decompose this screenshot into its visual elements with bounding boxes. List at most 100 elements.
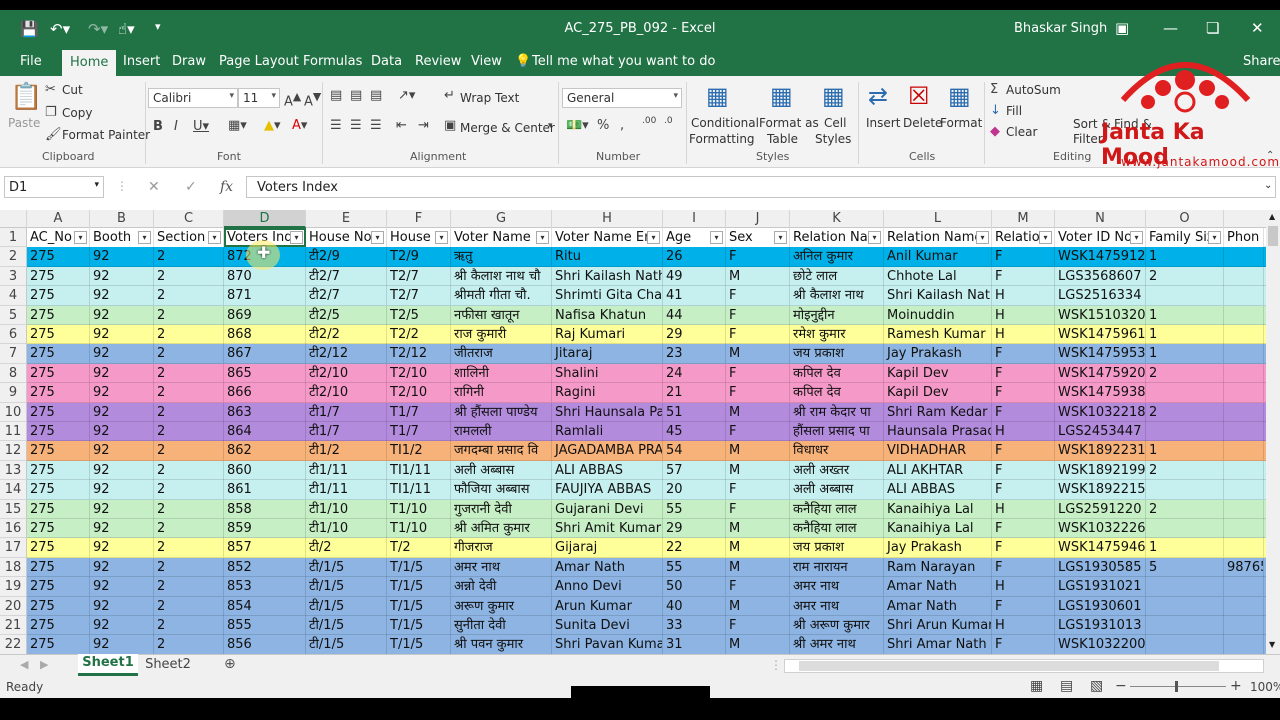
table-cell[interactable]: Arun Kumar: [552, 596, 663, 616]
table-cell[interactable]: कनैहिया लाल: [790, 499, 884, 519]
table-cell[interactable]: छोटे लाल: [790, 266, 884, 286]
table-cell[interactable]: Amar Nath: [884, 577, 992, 597]
header-cell[interactable]: Age ▾: [663, 228, 726, 247]
table-cell[interactable]: F: [992, 557, 1055, 577]
table-cell[interactable]: F: [992, 538, 1055, 558]
row-header[interactable]: 5: [0, 305, 27, 325]
table-cell[interactable]: 275: [27, 460, 90, 480]
header-cell[interactable]: Family Siz ▾: [1146, 228, 1224, 247]
column-header[interactable]: N: [1055, 210, 1146, 228]
align-middle-icon[interactable]: ▤: [350, 88, 362, 103]
table-cell[interactable]: 2: [1146, 499, 1224, 519]
table-cell[interactable]: श्री अमित कुमार: [451, 519, 552, 538]
table-cell[interactable]: 92: [90, 344, 154, 364]
cell-styles-label-2[interactable]: Styles: [815, 132, 851, 146]
row-header[interactable]: 20: [0, 596, 27, 616]
table-cell[interactable]: WSK1032226: [1055, 519, 1146, 538]
table-cell[interactable]: 275: [27, 247, 90, 267]
row-header[interactable]: 15: [0, 499, 27, 519]
restore-icon[interactable]: ❏: [1206, 19, 1219, 37]
row-header[interactable]: 16: [0, 519, 27, 539]
next-sheet-icon[interactable]: ▶: [40, 658, 48, 671]
table-cell[interactable]: TI1/11: [387, 480, 451, 500]
table-cell[interactable]: LGS1930601: [1055, 596, 1146, 616]
header-cell[interactable]: Relation Name ▾: [884, 228, 992, 247]
table-cell[interactable]: टी1/10: [306, 499, 387, 519]
table-cell[interactable]: [1224, 422, 1264, 441]
table-cell[interactable]: T/1/5: [387, 635, 451, 654]
header-cell[interactable]: Section N ▾: [154, 228, 224, 247]
table-cell[interactable]: 275: [27, 538, 90, 558]
table-cell[interactable]: Shri Kailash Nath (: [552, 266, 663, 286]
table-cell[interactable]: M: [726, 344, 790, 364]
header-cell[interactable]: Phon: [1224, 228, 1264, 247]
table-cell[interactable]: रामलली: [451, 422, 552, 441]
table-cell[interactable]: F: [992, 635, 1055, 654]
table-cell[interactable]: F: [992, 480, 1055, 500]
table-cell[interactable]: LGS3568607: [1055, 266, 1146, 286]
table-cell[interactable]: 2: [154, 247, 224, 267]
table-cell[interactable]: Anno Devi: [552, 577, 663, 597]
table-cell[interactable]: T2/2: [387, 325, 451, 344]
h-scroll-thumb[interactable]: [799, 661, 1219, 671]
conditional-formatting-label-2[interactable]: Formatting: [689, 132, 755, 146]
zoom-in-icon[interactable]: +: [1230, 678, 1242, 694]
table-cell[interactable]: Raj Kumari: [552, 325, 663, 344]
table-cell[interactable]: Gujarani Devi: [552, 499, 663, 519]
align-top-icon[interactable]: ▤: [330, 88, 342, 103]
header-cell[interactable]: Relation Nar ▾: [790, 228, 884, 247]
table-cell[interactable]: 20: [663, 480, 726, 500]
table-cell[interactable]: T2/10: [387, 383, 451, 403]
table-cell[interactable]: 2: [154, 538, 224, 558]
table-cell[interactable]: 92: [90, 596, 154, 616]
table-cell[interactable]: Ramlali: [552, 422, 663, 441]
table-cell[interactable]: M: [726, 596, 790, 616]
sheet-tab-sheet2[interactable]: Sheet2: [140, 656, 196, 676]
filter-dropdown-icon[interactable]: ▾: [371, 231, 384, 244]
table-cell[interactable]: [1224, 577, 1264, 597]
ribbon-display-icon[interactable]: ▣: [1115, 19, 1129, 37]
row-header[interactable]: 6: [0, 325, 27, 345]
table-cell[interactable]: टी1/7: [306, 422, 387, 441]
table-cell[interactable]: WSK1510320: [1055, 305, 1146, 325]
table-cell[interactable]: 2: [154, 402, 224, 422]
bold-icon[interactable]: B: [153, 119, 163, 134]
table-cell[interactable]: राम नारायन: [790, 557, 884, 577]
table-cell[interactable]: WSK1475920: [1055, 363, 1146, 383]
column-header[interactable]: F: [387, 210, 451, 228]
table-cell[interactable]: M: [726, 635, 790, 654]
table-cell[interactable]: VIDHADHAR: [884, 441, 992, 461]
copy-button[interactable]: Copy: [62, 106, 92, 120]
table-cell[interactable]: ALI ABBAS: [552, 460, 663, 480]
table-cell[interactable]: जय प्रकाश: [790, 538, 884, 558]
table-cell[interactable]: [1224, 363, 1264, 383]
table-cell[interactable]: 275: [27, 441, 90, 461]
table-cell[interactable]: T/1/5: [387, 577, 451, 597]
increase-decimal-icon[interactable]: .00: [642, 116, 656, 126]
table-cell[interactable]: 92: [90, 616, 154, 635]
table-cell[interactable]: 92: [90, 499, 154, 519]
vertical-scrollbar[interactable]: ▲ ▼: [1266, 210, 1280, 654]
table-cell[interactable]: शालिनी: [451, 363, 552, 383]
table-cell[interactable]: WSK1475946: [1055, 538, 1146, 558]
filter-dropdown-icon[interactable]: ▾: [774, 231, 787, 244]
table-cell[interactable]: अली अख्तर: [790, 460, 884, 480]
table-cell[interactable]: [1224, 460, 1264, 480]
table-cell[interactable]: [1224, 325, 1264, 344]
format-as-table-label-2[interactable]: Table: [767, 132, 798, 146]
table-cell[interactable]: [1146, 635, 1224, 654]
filter-dropdown-icon[interactable]: ▾: [290, 231, 303, 244]
table-cell[interactable]: H: [992, 616, 1055, 635]
table-cell[interactable]: Amar Nath: [552, 557, 663, 577]
table-cell[interactable]: श्री हौंसला पाण्डेय: [451, 402, 552, 422]
normal-view-icon[interactable]: ▦: [1030, 678, 1043, 694]
zoom-slider[interactable]: [1130, 686, 1226, 687]
tab-data[interactable]: Data: [371, 54, 402, 69]
table-cell[interactable]: टी2/9: [306, 247, 387, 267]
table-cell[interactable]: 275: [27, 344, 90, 364]
table-cell[interactable]: T1/10: [387, 519, 451, 538]
table-cell[interactable]: 54: [663, 441, 726, 461]
table-cell[interactable]: F: [992, 402, 1055, 422]
table-cell[interactable]: टी/1/5: [306, 577, 387, 597]
table-cell[interactable]: 2: [154, 577, 224, 597]
